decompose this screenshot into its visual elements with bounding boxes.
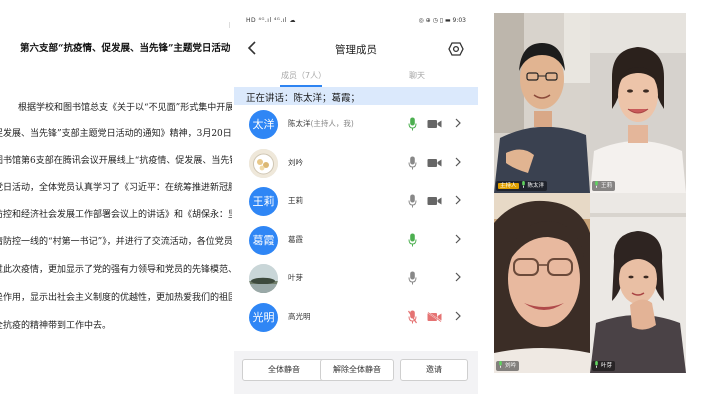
member-row[interactable]: 叶芽 [234,259,478,297]
meeting-report-document: 第六支部“抗疫情、促发展、当先锋”主题党日活动 根据学校和图书馆总支《关于以“不… [0,0,232,400]
footer-bar: 全体静音 解除全体静音 邀请 [234,351,478,394]
document-line: 情防控一线的“村第一书记”》，并进行了交流活动，各位党员表示通 [0,237,232,247]
video-name-label: 叶芽 [592,361,616,371]
document-line: 全抗疫的精神带到工作中去。 [0,321,112,331]
member-name: 叶芽 [288,272,303,283]
chevron-right-icon[interactable] [455,310,461,322]
invite-button[interactable]: 邀请 [400,359,468,381]
nav-bar: 管理成员 [234,31,478,67]
mute-all-button[interactable]: 全体静音 [242,359,326,381]
avatar [249,148,278,178]
member-name: 陈太洋(主持人，我) [288,118,354,129]
document-edge-mark [229,22,230,28]
mic-on-icon[interactable] [408,271,417,285]
settings-gear-icon[interactable] [448,41,464,57]
mic-on-icon [498,361,503,368]
phone-screen: HD ⁴ᴳ.ıl ⁴ᴳ.ıl ☁ ◎ ⊕ ◷ ▯ ▬ 9:03 管理成员 成员（… [234,13,478,394]
member-row[interactable]: 光明 高光明 [234,298,478,336]
document-line: 过此次疫情，更加显示了党的强有力领导和党员的先锋模范、战斗堡 [0,265,232,275]
participant-name: 王莉 [601,183,613,189]
chevron-right-icon[interactable] [455,156,461,168]
mic-on-icon[interactable] [408,156,417,170]
member-name: 王莉 [288,195,303,206]
document-line: 党日活动，全体党员认真学习了《习近平：在统筹推进新冠肺炎疫情 [0,183,232,193]
avatar: 王莉 [249,187,278,216]
participant-name: 叶芽 [601,363,613,369]
member-name: 高光明 [288,311,311,322]
member-name-text: 王莉 [288,196,303,205]
member-row[interactable]: 刘吟 [234,144,478,182]
member-name-text: 叶芽 [288,273,303,282]
member-name-text: 葛霞 [288,234,303,244]
video-tile[interactable]: 叶芽 [590,193,686,373]
member-list: 太洋 陈太洋(主持人，我) 刘吟 王莉 王莉 葛霞 葛霞 叶芽 光明 高光明 [234,105,478,351]
video-tile[interactable]: 王莉 [590,13,686,193]
member-row[interactable]: 太洋 陈太洋(主持人，我) [234,105,478,143]
video-name-label: 刘吟 [496,361,520,371]
video-tile[interactable]: 刘吟 [494,193,590,373]
avatar: 葛霞 [249,225,278,255]
tab-members[interactable]: 成员（7人） [281,70,326,81]
video-tile-host[interactable]: 主持人 陈太洋 [494,13,590,193]
participant-name: 刘吟 [505,363,517,369]
avatar: 太洋 [249,110,278,139]
mic-muted-icon[interactable] [408,310,417,324]
member-name-text: 陈太洋 [288,119,311,128]
member-row[interactable]: 王莉 王莉 [234,182,478,220]
video-name-label: 王莉 [592,181,616,191]
participant-video-frame [590,193,686,373]
member-row[interactable]: 葛霞 葛霞 [234,221,478,259]
chevron-right-icon[interactable] [455,117,461,129]
camera-on-icon[interactable] [427,119,442,129]
signal-status: HD ⁴ᴳ.ıl ⁴ᴳ.ıl ☁ [246,17,296,24]
mic-on-icon [521,181,526,188]
member-name-text: 高光明 [288,311,311,321]
tab-chat[interactable]: 聊天 [409,70,425,81]
video-name-label: 主持人 陈太洋 [496,181,548,191]
status-bar: HD ⁴ᴳ.ıl ⁴ᴳ.ıl ☁ ◎ ⊕ ◷ ▯ ▬ 9:03 [234,13,478,31]
unmute-all-button[interactable]: 解除全体静音 [320,359,394,381]
member-name: 葛霞 [288,234,303,245]
system-status: ◎ ⊕ ◷ ▯ ▬ 9:03 [418,17,466,24]
camera-off-icon[interactable] [427,311,442,322]
document-line: 防控和经济社会发展工作部署会议上的讲话》和《胡保永：坚守在疫 [0,210,232,220]
mic-on-icon [594,181,599,188]
speaking-banner: 正在讲话：陈太洋；葛霞； [234,87,478,105]
speaking-text: 正在讲话：陈太洋；葛霞； [246,93,361,104]
mic-on-icon[interactable] [408,194,417,208]
mic-on-icon[interactable] [408,117,417,131]
avatar [249,264,278,293]
tab-bar: 成员（7人） 聊天 [234,67,478,87]
member-name: 刘吟 [288,157,303,168]
camera-on-icon[interactable] [427,158,442,168]
page-title: 管理成员 [335,44,377,56]
document-line: 垒作用，显示出社会主义制度的优越性，更加热爱我们的祖国，并将 [0,293,232,303]
document-line: 促发展、当先锋”支部主题党日活动的通知》精神，3月20日上午， [0,129,232,139]
avatar: 光明 [249,302,278,332]
host-badge: 主持人 [498,183,519,189]
member-name-text: 刘吟 [288,157,303,167]
document-line: 图书馆第6支部在腾讯会议开展线上“抗疫情、促发展、当先锋”主题 [0,156,232,166]
document-title: 第六支部“抗疫情、促发展、当先锋”主题党日活动 [20,43,231,54]
participant-name: 陈太洋 [527,183,545,189]
participant-video-frame [494,193,590,373]
participant-video-frame [494,13,590,193]
mic-on-icon[interactable] [408,233,417,247]
chevron-right-icon[interactable] [455,271,461,283]
chevron-right-icon[interactable] [455,194,461,206]
document-line: 根据学校和图书馆总支《关于以“不见面”形式集中开展“抗疫情、 [18,103,232,113]
mic-on-icon [594,361,599,368]
camera-on-icon[interactable] [427,196,442,206]
chevron-right-icon[interactable] [455,233,461,245]
host-tag: (主持人，我) [310,119,354,128]
participant-video-frame [590,13,686,193]
